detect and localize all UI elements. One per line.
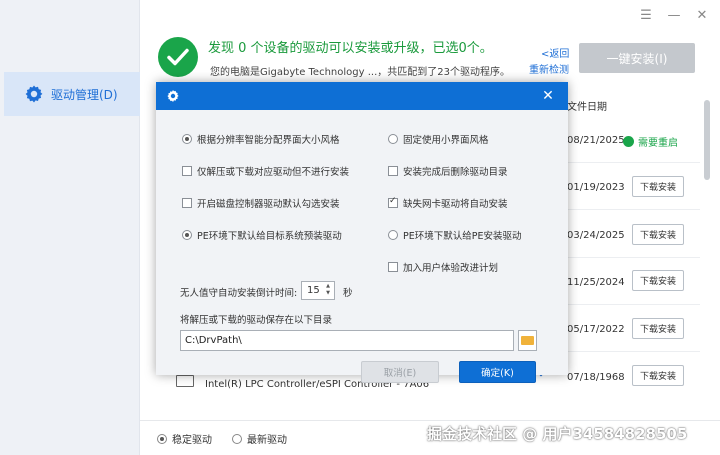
minimize-icon[interactable]: — xyxy=(664,6,684,26)
radio-selected-icon xyxy=(182,134,192,144)
app-logo-icon xyxy=(166,89,180,103)
option-label: 安装完成后删除驱动目录 xyxy=(403,167,508,178)
radio-unselected-icon xyxy=(232,433,242,444)
stable-driver-label: 稳定驱动 xyxy=(172,435,212,446)
dialog-titlebar[interactable]: ✕ xyxy=(156,82,568,110)
menu-icon[interactable]: ☰ xyxy=(636,6,656,26)
install-all-button[interactable]: 一键安装(I) xyxy=(579,43,695,73)
delete-after-install-checkbox[interactable]: 安装完成后删除驱动目录 xyxy=(388,164,508,178)
chip-icon xyxy=(176,375,194,387)
checkbox-checked-icon xyxy=(388,196,398,208)
extract-only-checkbox[interactable]: 仅解压或下载对应驱动但不进行安装 xyxy=(182,164,349,178)
ok-button[interactable]: 确定(K) xyxy=(459,361,536,383)
back-link[interactable]: <返回 xyxy=(541,45,569,60)
pe-target-system-radio[interactable]: PE环境下默认给目标系统预装驱动 xyxy=(182,228,342,242)
scan-result-title: 发现 0 个设备的驱动可以安装或升级，已选0个。 xyxy=(208,41,493,56)
fixed-small-style-radio[interactable]: 固定使用小界面风格 xyxy=(388,132,489,146)
check-circle-icon xyxy=(623,136,634,147)
radio-unselected-icon xyxy=(388,134,398,144)
option-label: 缺失网卡驱动将自动安装 xyxy=(403,199,508,210)
row-date: 01/19/2023 xyxy=(567,182,625,193)
option-label: 开启磁盘控制器驱动默认勾选安装 xyxy=(197,199,340,210)
download-install-button[interactable]: 下载安装 xyxy=(632,318,684,339)
download-install-button[interactable]: 下载安装 xyxy=(632,365,684,386)
radio-selected-icon xyxy=(157,433,167,444)
checkbox-unchecked-icon xyxy=(182,166,192,176)
radio-selected-icon xyxy=(182,230,192,240)
watermark: 掘金技术社区 @ 用户34584828505 xyxy=(427,425,688,443)
row-divider xyxy=(560,209,700,210)
latest-driver-radio[interactable]: 最新驱动 xyxy=(232,431,287,446)
checkbox-unchecked-icon xyxy=(182,198,192,208)
redetect-link[interactable]: 重新检测 xyxy=(529,61,569,76)
close-icon[interactable]: ✕ xyxy=(692,6,712,26)
option-label: 加入用户体验改进计划 xyxy=(403,263,499,274)
scan-result-subtitle: 您的电脑是Gigabyte Technology ...，共匹配到了23个驱动程… xyxy=(210,67,510,78)
pe-install-pe-radio[interactable]: PE环境下默认给PE安装驱动 xyxy=(388,228,521,242)
user-experience-checkbox[interactable]: 加入用户体验改进计划 xyxy=(388,260,498,274)
countdown-unit: 秒 xyxy=(343,288,353,299)
row-divider xyxy=(560,304,700,305)
restart-required-text: 需要重启 xyxy=(638,138,678,149)
row-date: 11/25/2024 xyxy=(567,277,625,288)
row-divider xyxy=(560,351,700,352)
sidebar-item-driver-management[interactable]: 驱动管理(D) xyxy=(4,72,140,116)
option-label: 固定使用小界面风格 xyxy=(403,135,489,146)
adaptive-style-radio[interactable]: 根据分辨率智能分配界面大小风格 xyxy=(182,132,340,146)
settings-dialog: ✕ 根据分辨率智能分配界面大小风格 固定使用小界面风格 仅解压或下载对应驱动但不… xyxy=(156,82,568,383)
option-label: PE环境下默认给目标系统预装驱动 xyxy=(197,231,342,242)
sidebar-item-label: 驱动管理(D) xyxy=(51,87,118,102)
checkbox-unchecked-icon xyxy=(388,166,398,176)
download-install-button[interactable]: 下载安装 xyxy=(632,224,684,245)
checkbox-unchecked-icon xyxy=(388,262,398,272)
stepper-arrows-icon[interactable]: ▲ ▼ xyxy=(324,283,332,298)
list-scrollbar[interactable] xyxy=(704,100,710,180)
sidebar: 驱动管理(D) xyxy=(0,0,140,455)
dialog-body: 根据分辨率智能分配界面大小风格 固定使用小界面风格 仅解压或下载对应驱动但不进行… xyxy=(156,110,568,383)
row-date: 05/17/2022 xyxy=(567,324,625,335)
radio-unselected-icon xyxy=(388,230,398,240)
row-divider xyxy=(560,162,700,163)
cancel-button[interactable]: 取消(E) xyxy=(361,361,439,383)
countdown-value: 15 xyxy=(307,285,320,296)
option-label: 根据分辨率智能分配界面大小风格 xyxy=(197,135,340,146)
download-install-button[interactable]: 下载安装 xyxy=(632,270,684,291)
stable-driver-radio[interactable]: 稳定驱动 xyxy=(157,431,212,446)
download-install-button[interactable]: 下载安装 xyxy=(632,176,684,197)
default-disk-controller-checkbox[interactable]: 开启磁盘控制器驱动默认勾选安装 xyxy=(182,196,340,210)
row-date: 03/24/2025 xyxy=(567,230,625,241)
countdown-label: 无人值守自动安装倒计时间: xyxy=(180,288,298,299)
file-date-column-header[interactable]: 文件日期 xyxy=(567,98,607,113)
row-date: 08/21/2025 xyxy=(567,135,625,146)
option-label: 仅解压或下载对应驱动但不进行安装 xyxy=(197,167,350,178)
row-date: 07/18/1968 xyxy=(567,372,625,383)
countdown-stepper[interactable]: 15 ▲ ▼ xyxy=(301,281,335,300)
latest-driver-label: 最新驱动 xyxy=(247,435,287,446)
auto-install-nic-checkbox[interactable]: 缺失网卡驱动将自动安装 xyxy=(388,196,508,210)
browse-folder-button[interactable] xyxy=(518,330,537,351)
save-path-input[interactable] xyxy=(180,330,514,351)
dialog-close-icon[interactable]: ✕ xyxy=(540,88,556,104)
gear-icon xyxy=(24,84,44,104)
option-label: PE环境下默认给PE安装驱动 xyxy=(403,231,522,242)
row-divider xyxy=(560,257,700,258)
success-check-icon xyxy=(158,37,198,77)
save-path-label: 将解压或下载的驱动保存在以下目录 xyxy=(180,315,333,326)
restart-required-badge: 需要重启 xyxy=(623,134,678,149)
folder-icon xyxy=(521,336,534,345)
